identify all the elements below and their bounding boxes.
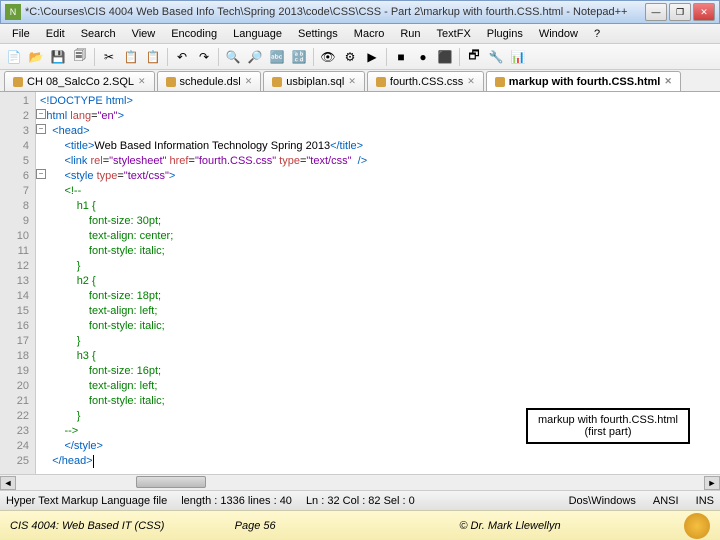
menu-window[interactable]: Window [531, 26, 586, 42]
tabbar: CH 08_SalcCo 2.SQL✕schedule.dsl✕usbiplan… [0, 70, 720, 92]
menu-view[interactable]: View [124, 26, 164, 42]
tab-label: schedule.dsl [180, 76, 241, 88]
slide-footer: CIS 4004: Web Based IT (CSS) Page 56 © D… [0, 510, 720, 540]
tab-label: CH 08_SalcCo 2.SQL [27, 76, 134, 88]
toolbar-button-17[interactable]: ● [413, 47, 433, 67]
footer-right: © Dr. Mark Llewellyn [459, 520, 684, 532]
tab-markup-with-fourth-css-html[interactable]: markup with fourth.CSS.html✕ [486, 71, 681, 91]
menu-?[interactable]: ? [586, 26, 608, 42]
toolbar-button-21[interactable]: 📊 [508, 47, 528, 67]
menu-plugins[interactable]: Plugins [479, 26, 531, 42]
toolbar-button-18[interactable]: ⬛ [435, 47, 455, 67]
status-filetype: Hyper Text Markup Language file [6, 495, 167, 507]
statusbar: Hyper Text Markup Language file length :… [0, 490, 720, 510]
status-position: Ln : 32 Col : 82 Sel : 0 [306, 495, 415, 507]
toolbar-button-8[interactable]: ↷ [194, 47, 214, 67]
menu-textfx[interactable]: TextFX [429, 26, 479, 42]
maximize-button[interactable]: ❐ [669, 3, 691, 21]
menubar: FileEditSearchViewEncodingLanguageSettin… [0, 24, 720, 44]
menu-file[interactable]: File [4, 26, 38, 42]
callout-line2: (first part) [538, 426, 678, 438]
file-icon [13, 77, 23, 87]
status-insert: INS [696, 495, 714, 507]
annotation-callout: markup with fourth.CSS.html (first part) [526, 408, 690, 444]
status-encoding: ANSI [653, 495, 679, 507]
status-right: Dos\Windows ANSI INS [555, 495, 714, 507]
tab-label: fourth.CSS.css [390, 76, 463, 88]
scroll-thumb[interactable] [136, 476, 206, 488]
file-icon [495, 77, 505, 87]
scroll-track[interactable] [16, 476, 704, 490]
menu-encoding[interactable]: Encoding [163, 26, 225, 42]
tab-label: usbiplan.sql [286, 76, 344, 88]
toolbar-button-6[interactable]: 📋 [143, 47, 163, 67]
scroll-right-button[interactable]: ► [704, 476, 720, 490]
tab-schedule-dsl[interactable]: schedule.dsl ✕ [157, 71, 262, 91]
window-title: *C:\Courses\CIS 4004 Web Based Info Tech… [25, 6, 645, 18]
toolbar-button-3[interactable]: 🗐 [70, 47, 90, 67]
tab-usbiplan-sql[interactable]: usbiplan.sql ✕ [263, 71, 365, 91]
minimize-button[interactable]: — [645, 3, 667, 21]
line-gutter: 1234567891011121314151617181920212223242… [0, 92, 36, 474]
footer-center: Page 56 [235, 520, 460, 532]
toolbar-button-19[interactable]: 🗗 [464, 47, 484, 67]
toolbar-button-11[interactable]: 🔤 [267, 47, 287, 67]
toolbar-button-16[interactable]: ■ [391, 47, 411, 67]
close-icon[interactable]: ✕ [664, 76, 672, 87]
footer-left: CIS 4004: Web Based IT (CSS) [10, 520, 235, 532]
tab-label: markup with fourth.CSS.html [509, 76, 661, 88]
toolbar-button-9[interactable]: 🔍 [223, 47, 243, 67]
toolbar-button-10[interactable]: 🔎 [245, 47, 265, 67]
close-icon[interactable]: ✕ [348, 76, 356, 87]
callout-line1: markup with fourth.CSS.html [538, 414, 678, 426]
toolbar-button-5[interactable]: 📋 [121, 47, 141, 67]
status-length: length : 1336 lines : 40 [181, 495, 292, 507]
toolbar-button-15[interactable]: ▶ [362, 47, 382, 67]
editor: 1234567891011121314151617181920212223242… [0, 92, 720, 474]
menu-search[interactable]: Search [73, 26, 124, 42]
toolbar-button-12[interactable]: 🔡 [289, 47, 309, 67]
toolbar-button-20[interactable]: 🔧 [486, 47, 506, 67]
menu-language[interactable]: Language [225, 26, 290, 42]
app-icon: N [5, 4, 21, 20]
toolbar-button-1[interactable]: 📂 [26, 47, 46, 67]
toolbar-button-0[interactable]: 📄 [4, 47, 24, 67]
tab-fourth-css-css[interactable]: fourth.CSS.css ✕ [367, 71, 484, 91]
toolbar-button-13[interactable]: 👁 [318, 47, 338, 67]
window-buttons: — ❐ ✕ [645, 3, 715, 21]
file-icon [272, 77, 282, 87]
titlebar: N *C:\Courses\CIS 4004 Web Based Info Te… [0, 0, 720, 24]
scroll-left-button[interactable]: ◄ [0, 476, 16, 490]
toolbar-button-2[interactable]: 💾 [48, 47, 68, 67]
toolbar-button-14[interactable]: ⚙ [340, 47, 360, 67]
status-eol: Dos\Windows [569, 495, 636, 507]
file-icon [376, 77, 386, 87]
menu-edit[interactable]: Edit [38, 26, 73, 42]
toolbar-button-7[interactable]: ↶ [172, 47, 192, 67]
menu-run[interactable]: Run [392, 26, 428, 42]
toolbar: 📄📂💾🗐✂📋📋↶↷🔍🔎🔤🔡👁⚙▶■●⬛🗗🔧📊 [0, 44, 720, 70]
toolbar-button-4[interactable]: ✂ [99, 47, 119, 67]
menu-settings[interactable]: Settings [290, 26, 346, 42]
ucf-logo-icon [684, 513, 710, 539]
close-icon[interactable]: ✕ [467, 76, 475, 87]
close-button[interactable]: ✕ [693, 3, 715, 21]
tab-ch-08-salcco-2-sql[interactable]: CH 08_SalcCo 2.SQL ✕ [4, 71, 155, 91]
horizontal-scrollbar[interactable]: ◄ ► [0, 474, 720, 490]
menu-macro[interactable]: Macro [346, 26, 393, 42]
close-icon[interactable]: ✕ [245, 76, 253, 87]
close-icon[interactable]: ✕ [138, 76, 146, 87]
file-icon [166, 77, 176, 87]
